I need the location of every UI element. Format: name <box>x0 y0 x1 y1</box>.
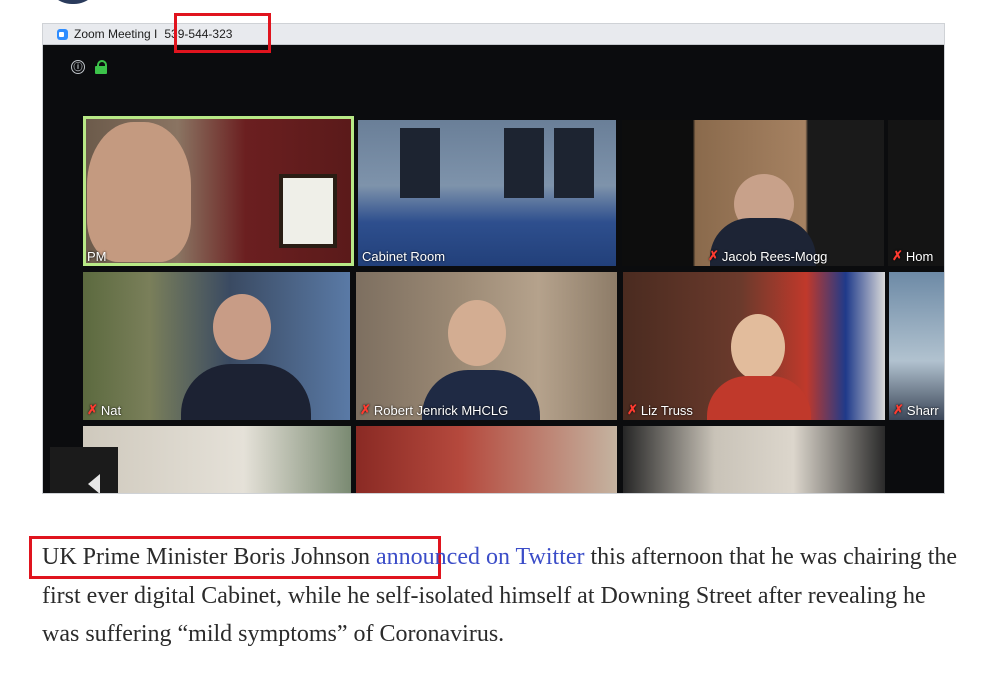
muted-mic-icon: ✗ <box>627 402 638 417</box>
zoom-logo-icon <box>57 28 68 40</box>
participant-name: ✗ Robert Jenrick MHCLG <box>360 402 508 418</box>
meeting-status-icons: ⓘ <box>71 60 107 74</box>
meeting-id: 539-544-323 <box>164 27 233 41</box>
video-tile-jacob-rees-mogg[interactable]: ✗ Jacob Rees-Mogg <box>622 120 884 266</box>
video-tile-row3-1[interactable] <box>83 426 351 493</box>
participant-label: PM <box>87 249 107 264</box>
participant-label: Robert Jenrick MHCLG <box>373 402 509 418</box>
zoom-title-bar: Zoom Meeting I 539-544-323 <box>43 24 944 45</box>
video-tile-pm[interactable]: PM <box>83 116 354 266</box>
participant-label: Hom <box>905 248 934 264</box>
video-tile-row3-3[interactable] <box>623 426 885 493</box>
participant-name: ✗ Jacob Rees-Mogg <box>708 248 827 264</box>
participant-label: Sharr <box>906 402 939 418</box>
video-tile-sharr[interactable]: ✗ Sharr <box>889 272 944 420</box>
muted-mic-icon: ✗ <box>892 248 903 263</box>
lock-icon[interactable] <box>95 60 107 74</box>
twitter-link[interactable]: announced on Twitter <box>376 544 585 570</box>
video-tile-liz-truss[interactable]: ✗ Liz Truss <box>623 272 885 420</box>
muted-mic-icon: ✗ <box>708 248 719 263</box>
zoom-screenshot-image: Zoom Meeting I 539-544-323 ⓘ PM Cabinet … <box>42 23 945 494</box>
muted-mic-icon: ✗ <box>360 402 371 417</box>
info-icon[interactable]: ⓘ <box>71 60 85 74</box>
video-tile-robert-jenrick[interactable]: ✗ Robert Jenrick MHCLG <box>356 272 617 420</box>
participant-label: Liz Truss <box>640 402 693 418</box>
video-tile-nat[interactable]: ✗ Nat <box>83 272 350 420</box>
participant-label: Nat <box>100 402 122 418</box>
article-paragraph: UK Prime Minister Boris Johnson announce… <box>42 538 962 654</box>
window-title: Zoom Meeting I <box>74 27 158 41</box>
participant-name: ✗ Hom <box>892 248 933 264</box>
avatar <box>46 0 100 4</box>
participant-name: ✗ Liz Truss <box>627 402 693 418</box>
participant-name: ✗ Nat <box>87 402 121 418</box>
video-tile-hom[interactable]: ✗ Hom <box>888 120 944 266</box>
participant-label: Jacob Rees-Mogg <box>721 248 828 264</box>
muted-mic-icon: ✗ <box>87 402 98 417</box>
participant-name: PM <box>87 249 107 264</box>
video-tile-row3-2[interactable] <box>356 426 617 493</box>
muted-mic-icon: ✗ <box>893 402 904 417</box>
participant-name: Cabinet Room <box>362 249 445 264</box>
participant-label: Cabinet Room <box>362 249 446 264</box>
video-tile-cabinet-room[interactable]: Cabinet Room <box>358 120 616 266</box>
subject-name: UK Prime Minister Boris Johnson <box>42 544 371 570</box>
participant-name: ✗ Sharr <box>893 402 939 418</box>
back-arrow-icon[interactable] <box>50 447 118 493</box>
